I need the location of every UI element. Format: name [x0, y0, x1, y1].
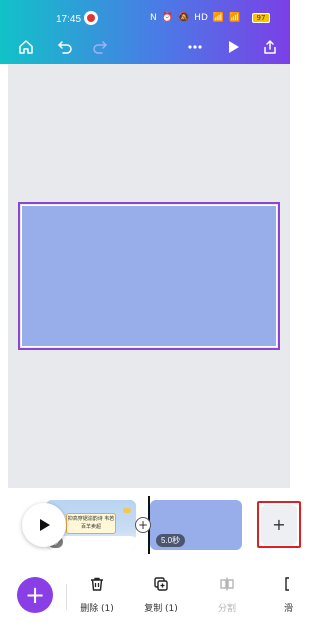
home-icon: [19, 40, 33, 54]
preview-play-button[interactable]: [220, 34, 246, 60]
clip-thumbnail-text: 抑高穿锯渝韵诗 韦若百羊卖超: [66, 513, 116, 534]
share-button[interactable]: [257, 34, 283, 60]
redo-icon: [93, 41, 107, 54]
bracket-icon: [284, 575, 302, 593]
status-time: 17:45: [56, 14, 82, 25]
editor-toolbar: [0, 32, 290, 62]
undo-icon: [58, 41, 72, 54]
duplicate-icon: [152, 575, 170, 593]
play-icon: [40, 519, 50, 531]
split-label: 分割: [217, 604, 236, 614]
split-icon: [218, 575, 236, 593]
more-icon: [188, 45, 202, 49]
status-icons: N ⏰ 🔕 HD 📶 📶: [150, 12, 240, 24]
add-clip-plus: +: [261, 504, 297, 545]
share-icon: [264, 40, 276, 54]
timeline-clip-2[interactable]: 5.0秒: [150, 500, 242, 550]
more-action-label: 滑: [284, 604, 294, 614]
selected-page-frame[interactable]: [18, 202, 280, 350]
mute-icon: 🔕: [177, 13, 190, 23]
star-decoration: [123, 508, 131, 513]
delete-button[interactable]: 删除 (1): [71, 575, 123, 619]
home-button[interactable]: [13, 34, 39, 60]
undo-button[interactable]: [52, 34, 78, 60]
hd-icon: HD: [194, 13, 208, 23]
duplicate-button[interactable]: 复制 (1): [135, 575, 187, 619]
notification-app-icon: [84, 11, 98, 25]
more-button[interactable]: [182, 34, 208, 60]
more-action-button[interactable]: 滑: [284, 575, 308, 619]
redo-button[interactable]: [87, 34, 113, 60]
play-icon: [229, 41, 239, 53]
duplicate-label: 复制 (1): [144, 604, 178, 614]
timeline-play-button[interactable]: [22, 503, 66, 547]
nfc-icon: N: [150, 13, 157, 23]
add-transition-button[interactable]: +: [135, 517, 151, 533]
split-button[interactable]: 分割: [201, 575, 253, 619]
add-element-button[interactable]: +: [17, 577, 53, 613]
battery-icon: 97: [252, 13, 270, 23]
status-bar: 17:45 N ⏰ 🔕 HD 📶 📶 97: [0, 0, 290, 36]
add-clip-button[interactable]: +: [257, 501, 301, 548]
trash-icon: [88, 575, 106, 593]
design-page[interactable]: [21, 205, 277, 347]
clip-duration: 5.0秒: [156, 534, 186, 547]
signal-icon: 📶: [212, 13, 225, 23]
alarm-icon: ⏰: [161, 13, 173, 23]
design-canvas[interactable]: [8, 64, 290, 488]
signal-icon-2: 📶: [229, 13, 241, 23]
delete-label: 删除 (1): [80, 604, 114, 614]
divider: [66, 584, 67, 610]
app-header: 17:45 N ⏰ 🔕 HD 📶 📶 97: [0, 0, 290, 64]
